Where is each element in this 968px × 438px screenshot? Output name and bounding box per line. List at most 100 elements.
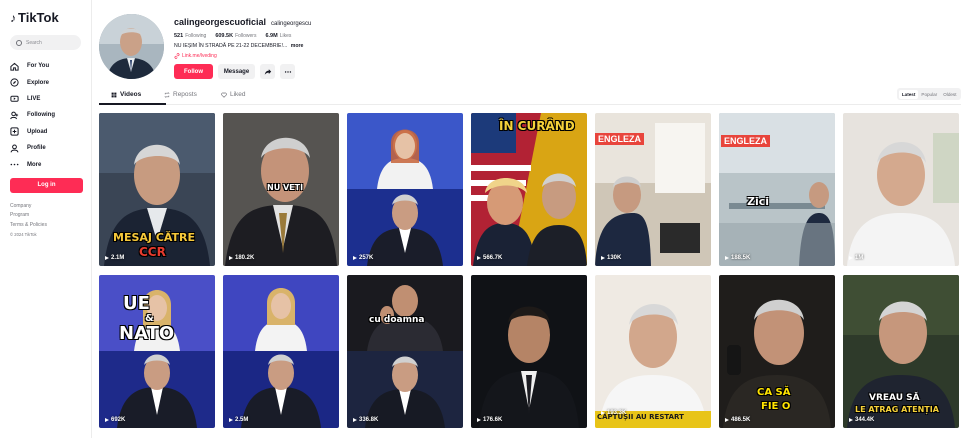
video-overlay-text: Zici — [747, 195, 770, 208]
play-icon — [725, 256, 729, 260]
video-tile[interactable]: 2.5M — [223, 275, 339, 428]
profile-stats: 521 Following 609.5K Followers 6.9M Likes — [174, 33, 311, 39]
video-tile[interactable]: ÎN CURÂND 566.7K — [471, 113, 587, 266]
video-tile[interactable]: CĂPTUȘII AU RESTART 193.3K — [595, 275, 711, 428]
followers-label: Followers — [235, 33, 257, 39]
tab-label: Reposts — [173, 91, 197, 98]
live-icon — [10, 94, 19, 103]
play-icon — [353, 256, 357, 260]
profile-info: calingeorgescuoficial calingeorgescu 521… — [174, 17, 311, 79]
tab-reposts[interactable]: Reposts — [164, 91, 197, 98]
sidebar-item-label: For You — [27, 63, 50, 70]
sidebar-item-profile[interactable]: Profile — [10, 140, 81, 156]
more-options-button[interactable] — [280, 64, 295, 79]
video-thumbnail — [471, 113, 587, 266]
video-tile[interactable]: ENGLEZA 130K — [595, 113, 711, 266]
sidebar-item-for-you[interactable]: For You — [10, 58, 81, 74]
view-count-text: 193.3K — [607, 410, 627, 416]
view-count-text: 188.5K — [731, 255, 751, 261]
bio-more-link[interactable]: more — [291, 43, 304, 49]
sidebar-item-live[interactable]: LIVE — [10, 91, 81, 107]
video-tile[interactable]: UE & NATO 692K — [99, 275, 215, 428]
video-tile[interactable]: CA SĂ FIE O 486.5K — [719, 275, 835, 428]
login-button[interactable]: Log in — [10, 177, 83, 193]
video-tile[interactable]: NU VETI 180.2K — [223, 113, 339, 266]
tabs-divider — [99, 104, 961, 105]
sidebar-item-explore[interactable]: Explore — [10, 74, 81, 90]
sort-latest[interactable]: Latest — [898, 89, 919, 99]
video-thumbnail — [347, 113, 463, 266]
sidebar-item-label: Profile — [27, 145, 46, 152]
sidebar: ♪ TikTok Search For You Explore LIVE Fol… — [0, 0, 92, 438]
message-button[interactable]: Message — [218, 64, 255, 79]
followers-count: 609.5K — [215, 33, 234, 39]
profile-username: calingeorgescuoficial — [174, 17, 267, 27]
profile-tabs: Videos Reposts Liked Latest Popular Olde… — [99, 88, 961, 105]
profile-link[interactable]: Link.me/lveding — [174, 53, 311, 59]
profile-actions: Follow Message — [174, 64, 311, 79]
play-icon — [725, 418, 729, 422]
view-count: 344.4K — [849, 417, 874, 423]
tiktok-note-icon: ♪ — [10, 10, 16, 25]
link-icon — [174, 53, 180, 59]
view-count: 1M — [849, 255, 863, 261]
video-overlay-text: cu doamna — [369, 315, 425, 325]
follow-button[interactable]: Follow — [174, 64, 213, 79]
video-overlay-text: LE ATRAG ATENȚIA — [855, 405, 939, 414]
likes-label: Likes — [279, 33, 292, 39]
tab-videos[interactable]: Videos — [111, 91, 141, 98]
search-icon — [16, 39, 22, 46]
tab-liked[interactable]: Liked — [221, 91, 246, 98]
video-overlay-text: FIE O — [761, 401, 791, 412]
video-tile[interactable]: VREAU SĂ LE ATRAG ATENȚIA 344.4K — [843, 275, 959, 428]
play-icon — [477, 256, 481, 260]
view-count-text: 566.7K — [483, 255, 503, 261]
view-count: 130K — [601, 255, 621, 261]
following-icon — [10, 111, 19, 120]
view-count: 566.7K — [477, 255, 502, 261]
footer-link-terms[interactable]: Terms & Policies — [10, 221, 81, 231]
active-tab-indicator — [99, 103, 166, 105]
play-icon — [601, 411, 605, 415]
view-count-text: 180.2K — [235, 255, 255, 261]
view-count-text: 486.5K — [731, 417, 751, 423]
likes-stat: 6.9M Likes — [265, 33, 291, 39]
video-tile[interactable]: ENGLEZA Zici 188.5K — [719, 113, 835, 266]
view-count-text: 336.8K — [359, 417, 379, 423]
sidebar-item-label: Explore — [27, 79, 50, 86]
video-tile[interactable]: 176.6K — [471, 275, 587, 428]
followers-stat[interactable]: 609.5K Followers — [215, 33, 256, 39]
view-count-text: 130K — [607, 255, 622, 261]
footer-links: Company Program Terms & Policies © 2024 … — [10, 202, 81, 240]
following-stat[interactable]: 521 Following — [174, 33, 206, 39]
more-dots-icon — [284, 70, 291, 73]
video-overlay-text: NU VETI — [267, 183, 304, 192]
footer-link-company[interactable]: Company — [10, 202, 81, 212]
repost-icon — [164, 91, 170, 98]
view-count: 2.1M — [105, 255, 124, 261]
language-tag: ENGLEZA — [595, 133, 645, 145]
sidebar-item-following[interactable]: Following — [10, 107, 81, 123]
video-overlay-text: NATO — [119, 323, 175, 344]
share-button[interactable] — [260, 64, 275, 79]
grid-icon — [111, 92, 117, 97]
video-tile[interactable]: 1M — [843, 113, 959, 266]
sort-popular[interactable]: Popular — [918, 90, 940, 99]
footer-link-program[interactable]: Program — [10, 211, 81, 221]
tiktok-logo[interactable]: ♪ TikTok — [10, 10, 81, 25]
video-tile[interactable]: cu doamna 336.8K — [347, 275, 463, 428]
sidebar-item-label: More — [27, 161, 42, 168]
sort-oldest[interactable]: Oldest — [940, 90, 959, 99]
video-tile[interactable]: 257K — [347, 113, 463, 266]
sidebar-item-upload[interactable]: Upload — [10, 124, 81, 140]
view-count-text: 2.1M — [111, 255, 125, 261]
search-placeholder: Search — [26, 39, 42, 46]
view-count-text: 344.4K — [855, 417, 875, 423]
sidebar-item-more[interactable]: More — [10, 156, 81, 172]
view-count: 2.5M — [229, 417, 248, 423]
view-count-text: 692K — [111, 417, 126, 423]
profile-bio: NU IEȘIM ÎN STRADĂ PE 21-22 DECEMBRIE!..… — [174, 43, 311, 49]
view-count-text: 257K — [359, 255, 374, 261]
video-tile[interactable]: MESAJ CĂTRE CCR 2.1M — [99, 113, 215, 266]
search-input[interactable]: Search — [10, 35, 81, 50]
